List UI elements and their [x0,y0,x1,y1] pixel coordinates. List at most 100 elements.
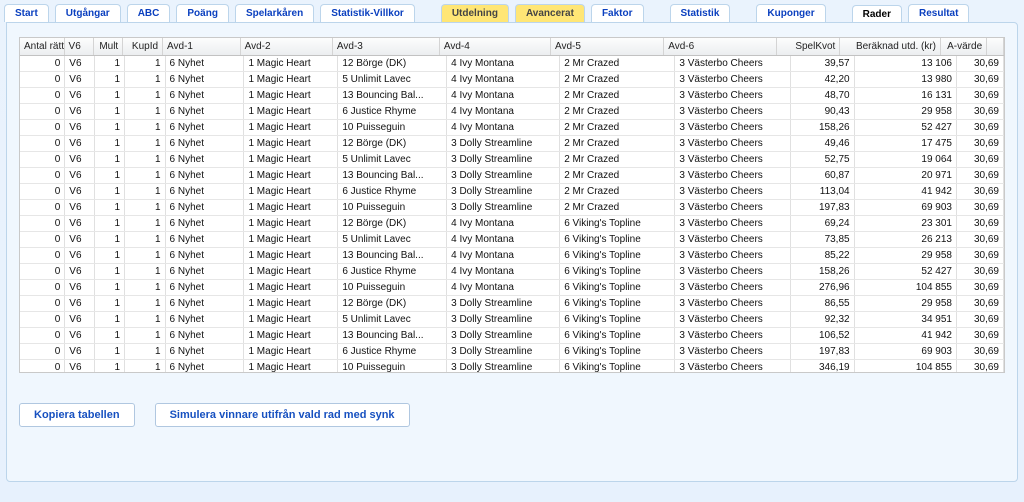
table-row[interactable]: 0V6116 Nyhet1 Magic Heart10 Puisseguin3 … [20,200,1004,216]
cell: 6 Nyhet [165,152,244,168]
col-header[interactable]: KupId [123,38,163,56]
cell: 6 Nyhet [165,312,244,328]
cell: 73,85 [790,232,854,248]
cell: 1 Magic Heart [244,184,338,200]
col-header[interactable]: Avd-5 [550,38,663,56]
cell: 5 Unlimit Lavec [338,312,447,328]
tab-avancerat[interactable]: Avancerat [515,4,585,22]
col-header[interactable]: A-värde [941,38,987,56]
cell: 30,69 [956,344,1003,360]
table-row[interactable]: 0V6116 Nyhet1 Magic Heart6 Justice Rhyme… [20,104,1004,120]
table-row[interactable]: 0V6116 Nyhet1 Magic Heart13 Bouncing Bal… [20,328,1004,344]
cell: 26 213 [854,232,956,248]
table-row[interactable]: 0V6116 Nyhet1 Magic Heart13 Bouncing Bal… [20,88,1004,104]
cell: 69,24 [790,216,854,232]
col-header[interactable]: Mult [93,38,122,56]
cell: 30,69 [956,136,1003,152]
tab-poäng[interactable]: Poäng [176,4,229,22]
col-header[interactable]: V6 [64,38,93,56]
col-header[interactable]: Beräknad utd. (kr) [840,38,941,56]
tab-abc[interactable]: ABC [127,4,171,22]
cell: V6 [65,152,95,168]
col-header[interactable]: Avd-6 [664,38,777,56]
cell: 158,26 [790,120,854,136]
table-row[interactable]: 0V6116 Nyhet1 Magic Heart10 Puisseguin4 … [20,120,1004,136]
cell: 1 [125,56,166,72]
cell: 276,96 [790,280,854,296]
cell: 3 Västerbo Cheers [675,56,790,72]
cell: 30,69 [956,232,1003,248]
cell: 1 Magic Heart [244,232,338,248]
cell: 1 [95,280,125,296]
cell: 3 Dolly Streamline [447,200,560,216]
cell: V6 [65,104,95,120]
cell: 1 Magic Heart [244,328,338,344]
col-header[interactable]: Avd-4 [439,38,550,56]
tab-resultat[interactable]: Resultat [908,4,969,22]
cell: 10 Puisseguin [338,200,447,216]
tab-statistik-villkor[interactable]: Statistik-Villkor [320,4,415,22]
cell: V6 [65,168,95,184]
cell: 106,52 [790,328,854,344]
tab-kuponger[interactable]: Kuponger [756,4,825,22]
cell: 49,46 [790,136,854,152]
cell: 1 Magic Heart [244,168,338,184]
table-row[interactable]: 0V6116 Nyhet1 Magic Heart5 Unlimit Lavec… [20,152,1004,168]
cell: 17 475 [854,136,956,152]
grid-scroll-area[interactable]: 0V6116 Nyhet1 Magic Heart12 Börge (DK)4 … [20,56,1004,373]
tab-start[interactable]: Start [4,4,49,22]
tab-faktor[interactable]: Faktor [591,4,644,22]
cell: V6 [65,296,95,312]
tab-statistik[interactable]: Statistik [670,4,731,22]
cell: 69 903 [854,200,956,216]
simulate-winner-button[interactable]: Simulera vinnare utifrån vald rad med sy… [155,403,410,427]
table-row[interactable]: 0V6116 Nyhet1 Magic Heart13 Bouncing Bal… [20,248,1004,264]
tab-utgångar[interactable]: Utgångar [55,4,121,22]
tab-utdelning[interactable]: Utdelning [441,4,509,22]
cell: 6 Nyhet [165,184,244,200]
cell: 10 Puisseguin [338,360,447,374]
tab-spelarkåren[interactable]: Spelarkåren [235,4,314,22]
table-row[interactable]: 0V6116 Nyhet1 Magic Heart10 Puisseguin3 … [20,360,1004,374]
cell: 1 [95,312,125,328]
table-row[interactable]: 0V6116 Nyhet1 Magic Heart10 Puisseguin4 … [20,280,1004,296]
col-header[interactable]: Avd-3 [332,38,439,56]
cell: 0 [20,344,65,360]
cell: V6 [65,120,95,136]
cell: 52 427 [854,120,956,136]
table-row[interactable]: 0V6116 Nyhet1 Magic Heart12 Börge (DK)4 … [20,216,1004,232]
table-row[interactable]: 0V6116 Nyhet1 Magic Heart5 Unlimit Lavec… [20,232,1004,248]
cell: 113,04 [790,184,854,200]
table-row[interactable]: 0V6116 Nyhet1 Magic Heart6 Justice Rhyme… [20,344,1004,360]
table-row[interactable]: 0V6116 Nyhet1 Magic Heart13 Bouncing Bal… [20,168,1004,184]
cell: 4 Ivy Montana [447,56,560,72]
table-row[interactable]: 0V6116 Nyhet1 Magic Heart6 Justice Rhyme… [20,184,1004,200]
cell: V6 [65,72,95,88]
cell: 6 Viking's Topline [560,328,675,344]
cell: 1 Magic Heart [244,136,338,152]
cell: 1 Magic Heart [244,72,338,88]
tab-rader[interactable]: Rader [852,5,902,23]
col-header[interactable]: Avd-2 [240,38,332,56]
cell: 6 Viking's Topline [560,264,675,280]
col-header[interactable]: Antal rätt [20,38,64,56]
cell: 1 Magic Heart [244,360,338,374]
cell: 346,19 [790,360,854,374]
table-row[interactable]: 0V6116 Nyhet1 Magic Heart5 Unlimit Lavec… [20,312,1004,328]
table-row[interactable]: 0V6116 Nyhet1 Magic Heart5 Unlimit Lavec… [20,72,1004,88]
table-row[interactable]: 0V6116 Nyhet1 Magic Heart12 Börge (DK)3 … [20,136,1004,152]
cell: 5 Unlimit Lavec [338,232,447,248]
col-header[interactable]: Avd-1 [163,38,241,56]
table-row[interactable]: 0V6116 Nyhet1 Magic Heart6 Justice Rhyme… [20,264,1004,280]
cell: 6 Nyhet [165,216,244,232]
cell: 3 Dolly Streamline [447,328,560,344]
col-header[interactable]: SpelKvot [777,38,840,56]
copy-table-button[interactable]: Kopiera tabellen [19,403,135,427]
table-row[interactable]: 0V6116 Nyhet1 Magic Heart12 Börge (DK)3 … [20,296,1004,312]
cell: 1 [125,168,166,184]
cell: 12 Börge (DK) [338,216,447,232]
cell: 1 [125,232,166,248]
cell: 30,69 [956,312,1003,328]
table-row[interactable]: 0V6116 Nyhet1 Magic Heart12 Börge (DK)4 … [20,56,1004,72]
cell: 1 [125,88,166,104]
